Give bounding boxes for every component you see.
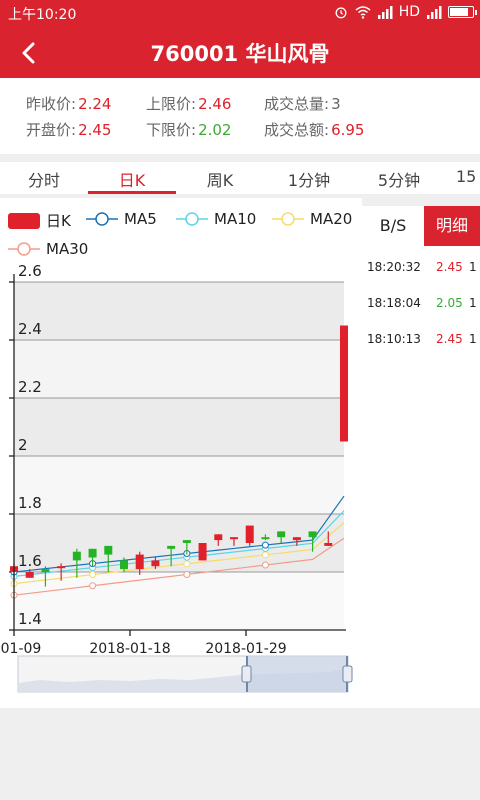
open-price: 开盘价: 2.45 — [26, 119, 111, 140]
tab-5min[interactable]: 5分钟 — [354, 167, 444, 191]
tab-weekly-k[interactable]: 周K — [176, 167, 264, 191]
wifi-icon — [355, 6, 371, 19]
navigator-right-handle — [342, 665, 353, 683]
status-bar: 上午10:20 HD — [0, 0, 480, 26]
y-tick-label: 2.2 — [18, 378, 42, 396]
candle-body — [25, 572, 34, 578]
ma-point — [183, 560, 191, 568]
trade-row: 18:10:13 2.45 1 — [362, 330, 480, 350]
x-tick-label: 2018-01-18 — [89, 641, 170, 657]
y-tick-label: 1.6 — [18, 552, 42, 570]
tab-1min[interactable]: 1分钟 — [264, 167, 354, 191]
candle-body — [340, 325, 348, 442]
trade-time: 18:10:13 — [367, 332, 421, 346]
prev-close-value: 2.24 — [78, 95, 112, 113]
signal-icon-2 — [427, 6, 442, 19]
candle-body — [167, 545, 176, 549]
tab-detail[interactable]: 明细 — [424, 206, 480, 246]
trade-price: 2.45 — [436, 332, 463, 346]
network-type: HD — [398, 4, 420, 20]
tab-bs[interactable]: B/S — [362, 206, 424, 246]
candle-body — [41, 569, 50, 572]
tab-daily-k[interactable]: 日K — [88, 167, 176, 191]
trade-qty: 1 — [469, 296, 477, 310]
prev-close-label: 昨收价: — [26, 95, 77, 113]
ma-point — [183, 570, 191, 578]
y-tick-label: 2.6 — [18, 262, 42, 280]
battery-icon — [448, 6, 477, 18]
candle-body — [308, 531, 317, 538]
trade-qty: 1 — [469, 332, 477, 346]
stock-info-panel: 昨收价: 2.24 上限价: 2.46 成交总量: 3 开盘价: 2.45 下限价: 2.… — [0, 78, 480, 154]
signal-icon — [377, 6, 393, 19]
lower-limit: 下限价: 2.02 — [146, 119, 231, 140]
candle-body — [198, 543, 207, 561]
ma-point — [89, 571, 97, 579]
open-label: 开盘价: — [26, 121, 77, 139]
y-tick-label: 1.8 — [18, 494, 42, 512]
candle-body — [261, 537, 270, 540]
candle-body — [245, 525, 254, 543]
amount: 成交总额: 6.95 — [264, 119, 364, 140]
candle-body — [182, 540, 191, 543]
candle-body — [151, 560, 160, 567]
candle-body — [120, 560, 128, 570]
candle-body — [214, 534, 223, 541]
upper-limit: 上限价: 2.46 — [146, 93, 231, 114]
amount-label: 成交总额: — [264, 121, 330, 139]
status-time: 上午10:20 — [8, 7, 77, 23]
app-header: 760001 华山风骨 — [0, 26, 480, 78]
candle-body — [277, 531, 286, 538]
navigator-left-handle — [241, 665, 252, 683]
candle-body — [104, 545, 113, 555]
tab-15min[interactable]: 15 — [456, 167, 480, 186]
alarm-icon — [335, 7, 347, 19]
trade-time: 18:20:32 — [367, 260, 421, 274]
volume: 成交总量: 3 — [264, 93, 341, 114]
trade-row: 18:18:04 2.05 1 — [362, 294, 480, 314]
kline-chart-panel: 日K MA5 MA10 MA20 MA30 2.62.42.221.8 — [0, 198, 362, 708]
tab-timeshare[interactable]: 分时 — [0, 167, 88, 191]
open-value: 2.45 — [78, 121, 112, 139]
candle-body — [88, 548, 97, 558]
ma-point — [261, 541, 269, 549]
lower-limit-label: 下限价: — [146, 121, 197, 139]
ma-point — [89, 582, 97, 590]
page-title: 760001 华山风骨 — [150, 42, 330, 66]
active-tab-indicator — [88, 191, 176, 194]
volume-value: 3 — [331, 95, 341, 113]
upper-limit-label: 上限价: — [146, 95, 197, 113]
amount-value: 6.95 — [331, 121, 365, 139]
trade-row: 18:20:32 2.45 1 — [362, 258, 480, 278]
status-icons: HD — [333, 4, 477, 20]
ma-point — [261, 561, 269, 569]
trade-detail-panel: B/S 明细 18:20:32 2.45 1 18:18:04 2.05 1 1… — [362, 206, 480, 708]
volume-label: 成交总量: — [264, 95, 330, 113]
candle-body — [72, 551, 81, 561]
app-root: 上午10:20 HD 760001 华山风骨 昨收价: 2.24 上限价: 2.… — [0, 0, 480, 800]
x-tick-label: 8-01-09 — [0, 641, 41, 657]
period-tabs: 分时 日K 周K 1分钟 5分钟 15 — [0, 162, 480, 194]
range-navigator[interactable] — [17, 655, 353, 693]
trade-qty: 1 — [469, 260, 477, 274]
lower-limit-value: 2.02 — [198, 121, 232, 139]
prev-close: 昨收价: 2.24 — [26, 93, 111, 114]
upper-limit-value: 2.46 — [198, 95, 232, 113]
candle-body — [324, 543, 333, 546]
x-tick-label: 2018-01-29 — [205, 641, 286, 657]
y-tick-label: 2 — [18, 436, 28, 454]
trade-time: 18:18:04 — [367, 296, 421, 310]
candle-body — [230, 537, 238, 540]
candle-body — [57, 566, 66, 569]
candle-body — [292, 537, 301, 541]
y-tick-label: 2.4 — [18, 320, 42, 338]
trade-price: 2.45 — [436, 260, 463, 274]
ma-point — [261, 551, 269, 559]
trade-price: 2.05 — [436, 296, 463, 310]
kline-chart[interactable]: 2.6 2.4 2.2 2 1.8 1.6 1.4 8-01-09 2018-01-18 201… — [0, 198, 362, 708]
candle-body — [135, 554, 144, 570]
y-tick-label: 1.4 — [18, 610, 42, 628]
